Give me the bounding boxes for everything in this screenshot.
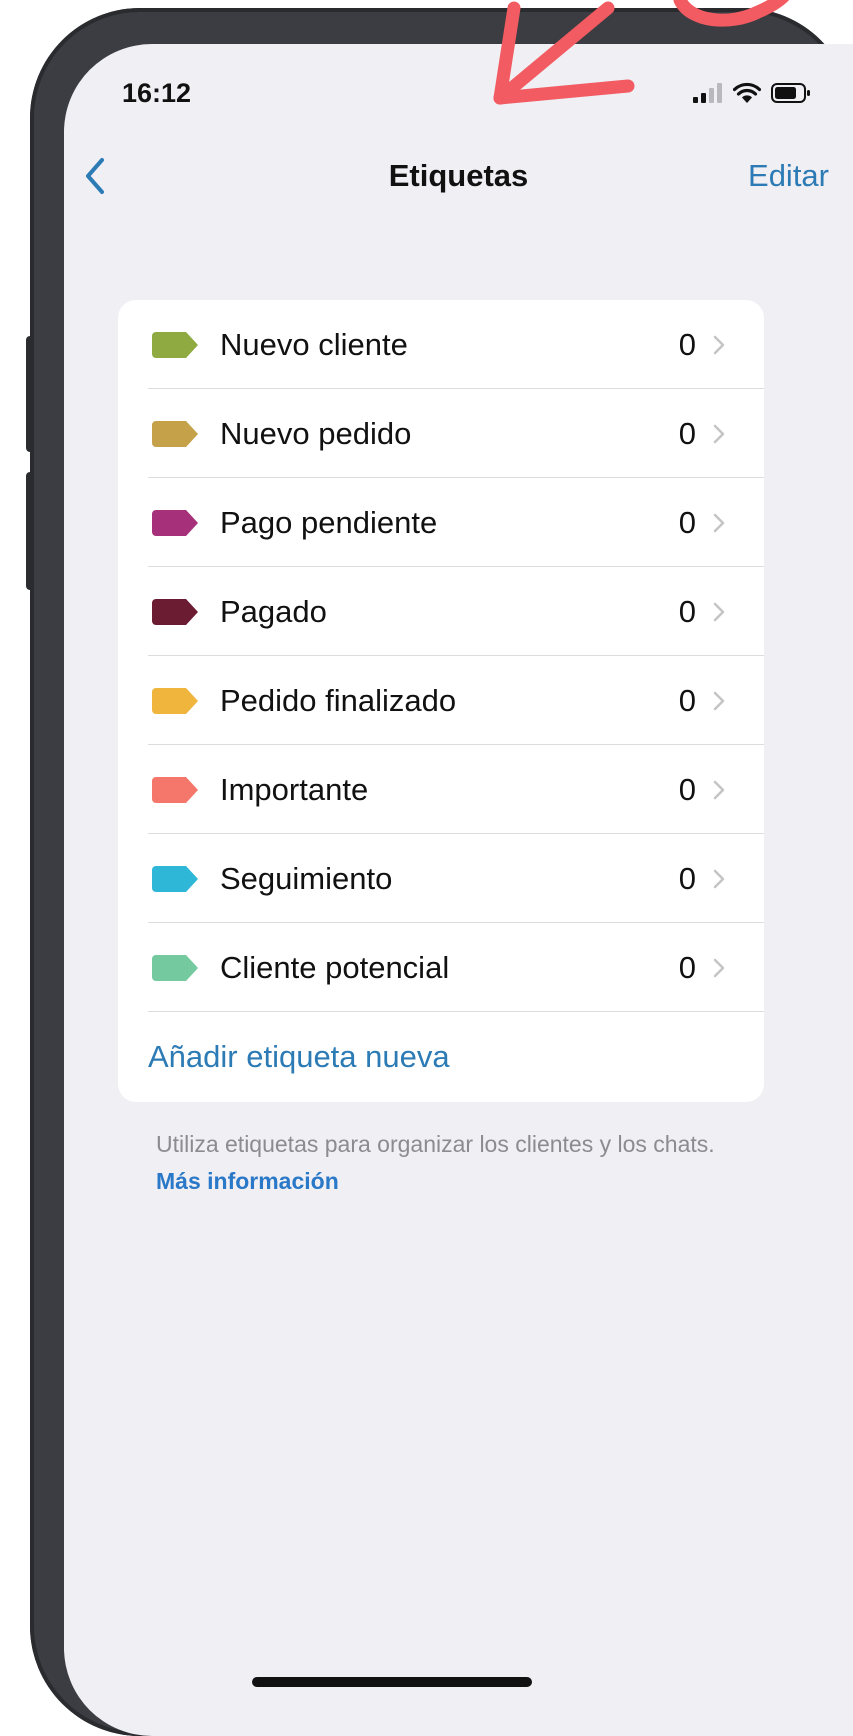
label-name: Nuevo pedido [220,415,412,451]
add-label-button[interactable]: Añadir etiqueta nueva [118,1012,764,1102]
label-row[interactable]: Cliente potencial 0 [118,923,764,1012]
footer-text: Utiliza etiquetas para organizar los cli… [156,1131,715,1157]
label-row[interactable]: Pedido finalizado 0 [118,656,764,745]
label-name: Cliente potencial [220,949,450,985]
chevron-right-icon [713,602,725,621]
label-count: 0 [678,771,696,807]
status-time: 16:12 [122,78,192,108]
tag-icon [152,687,198,714]
tag-icon [152,420,198,447]
navigation-bar: Etiquetas Editar [64,140,853,200]
label-name: Pago pendiente [220,504,438,540]
labels-rows: Nuevo cliente 0 Nuevo pedido 0 Pago pend… [118,300,764,1012]
labels-list: Nuevo cliente 0 Nuevo pedido 0 Pago pend… [118,300,764,1102]
label-row[interactable]: Seguimiento 0 [118,834,764,923]
tag-icon [152,865,198,892]
chevron-right-icon [713,958,725,977]
label-row[interactable]: Nuevo pedido 0 [118,389,764,478]
label-name: Seguimiento [220,860,393,896]
label-count: 0 [678,415,696,451]
chevron-right-icon [713,424,725,443]
tag-icon [152,776,198,803]
more-info-link[interactable]: Más información [156,1168,339,1194]
page-title: Etiquetas [388,158,529,193]
label-row[interactable]: Pagado 0 [118,567,764,656]
label-row[interactable]: Pago pendiente 0 [118,478,764,567]
footer-note: Utiliza etiquetas para organizar los cli… [156,1126,736,1200]
row-separator [148,1011,764,1012]
label-count: 0 [678,682,696,718]
cellular-signal-icon [693,83,722,103]
chevron-right-icon [713,513,725,532]
tag-icon [152,509,198,536]
label-row[interactable]: Importante 0 [118,745,764,834]
label-row[interactable]: Nuevo cliente 0 [118,300,764,389]
label-count: 0 [678,860,696,896]
chevron-right-icon [713,869,725,888]
label-count: 0 [678,504,696,540]
home-indicator [252,1677,532,1687]
phone-screen: 16:12 Etiquetas Editar Nuevo cliente 0 N… [64,44,853,1736]
tag-icon [152,331,198,358]
label-count: 0 [678,949,696,985]
status-icons [693,82,811,104]
label-name: Nuevo cliente [220,326,408,362]
tag-icon [152,598,198,625]
status-bar: 16:12 [64,78,853,124]
chevron-right-icon [713,780,725,799]
phone-frame: 16:12 Etiquetas Editar Nuevo cliente 0 N… [30,8,853,1736]
label-count: 0 [678,593,696,629]
chevron-right-icon [713,335,725,354]
label-name: Importante [220,771,369,807]
wifi-icon [733,82,761,103]
battery-icon [771,83,810,103]
chevron-right-icon [713,691,725,710]
label-count: 0 [678,326,696,362]
edit-button[interactable]: Editar [748,158,829,194]
label-name: Pedido finalizado [220,682,457,718]
tag-icon [152,954,198,981]
label-name: Pagado [220,593,327,629]
